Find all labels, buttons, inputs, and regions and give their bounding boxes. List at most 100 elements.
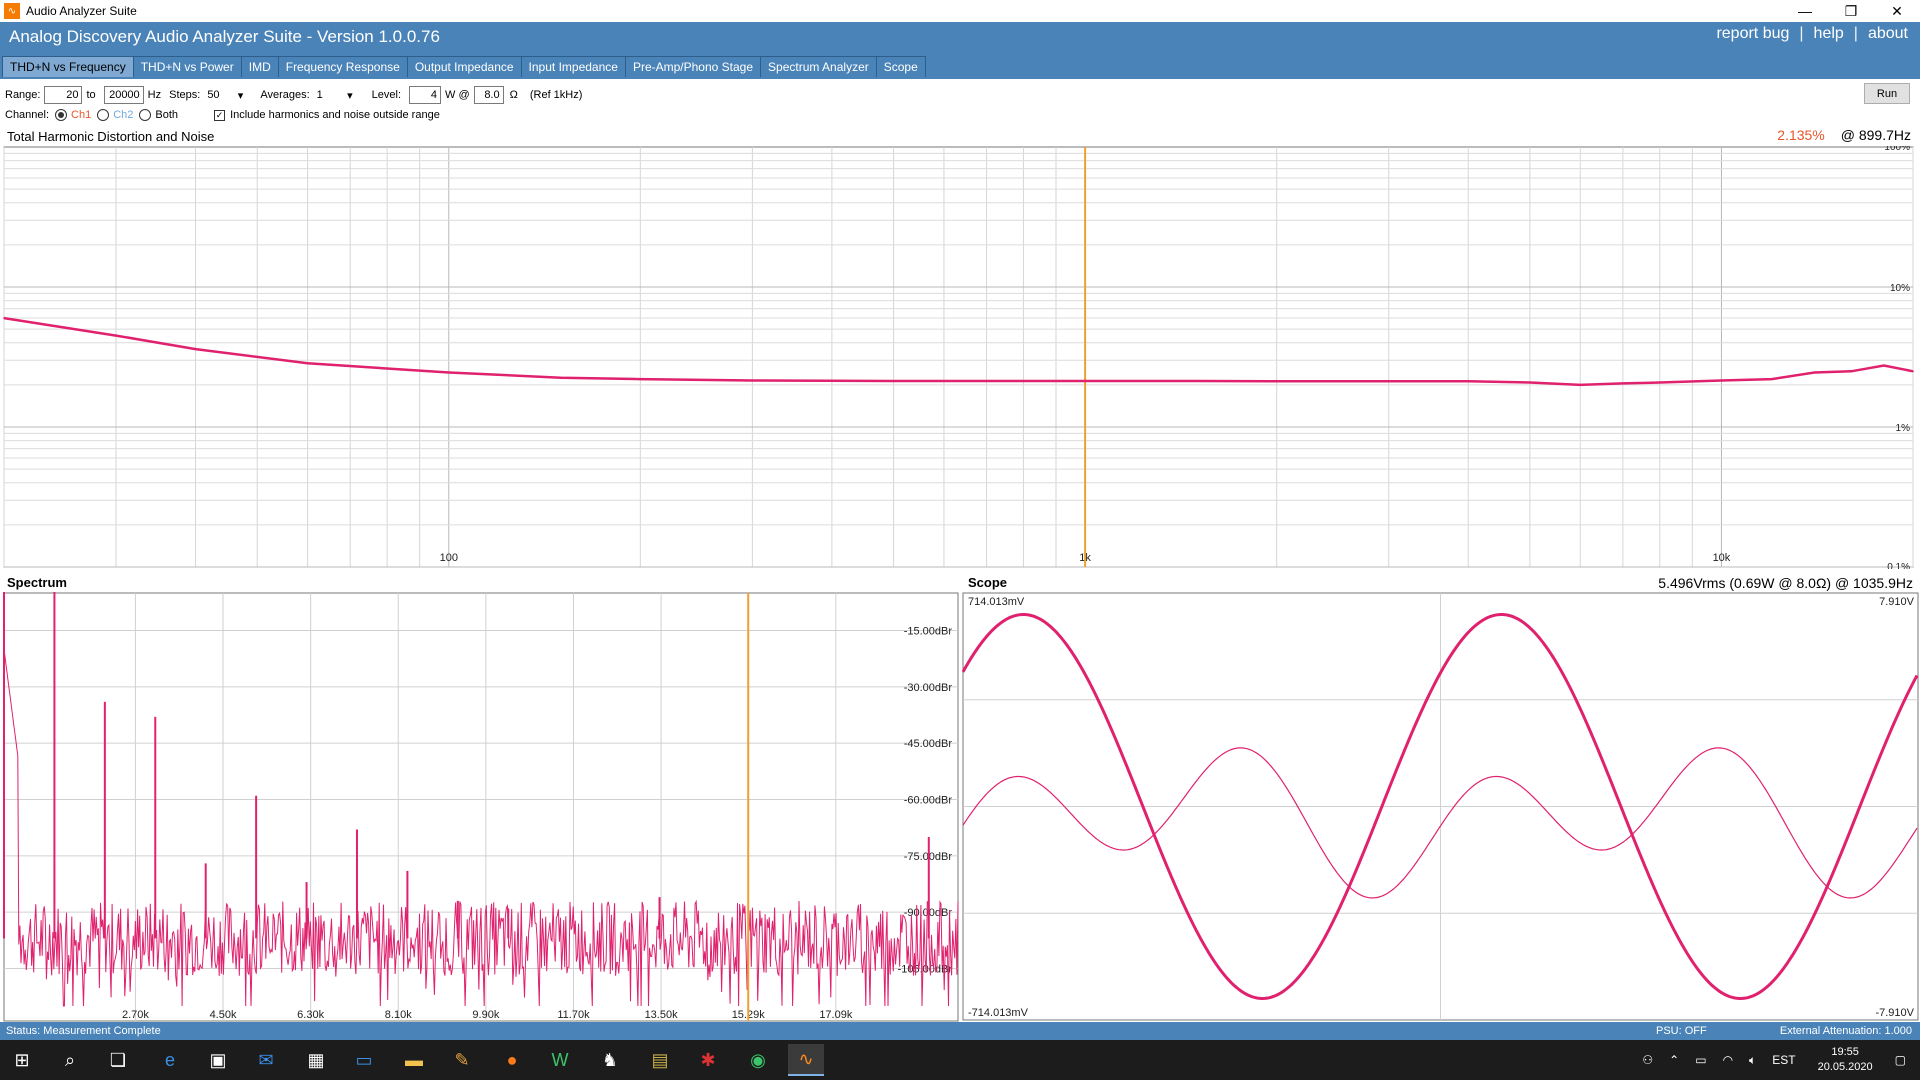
battery-icon[interactable]: ▭ bbox=[1695, 1053, 1706, 1067]
hz-label: Hz bbox=[147, 89, 162, 101]
thd-data-point bbox=[1622, 382, 1624, 385]
thd-data-point bbox=[1883, 364, 1885, 367]
scope-right-top-label: 7.910V bbox=[1879, 596, 1915, 608]
notifications-icon[interactable]: ▢ bbox=[1895, 1053, 1906, 1067]
averages-dropdown[interactable]: 1 ▾ bbox=[314, 86, 356, 104]
thd-data-point bbox=[560, 376, 562, 379]
thd-data-point bbox=[985, 380, 988, 382]
scope-right-bottom-label: -7.910V bbox=[1875, 1007, 1914, 1019]
tab-frequency-response[interactable]: Frequency Response bbox=[277, 56, 408, 77]
thd-plot-frame bbox=[3, 146, 1914, 568]
thd-data-point bbox=[1579, 384, 1582, 386]
steps-dropdown[interactable]: 50 ▾ bbox=[204, 86, 246, 104]
paint-icon[interactable]: ✎ bbox=[444, 1044, 480, 1076]
tab-output-impedance[interactable]: Output Impedance bbox=[406, 56, 522, 77]
steps-value: 50 bbox=[207, 89, 220, 101]
task-view-icon[interactable]: ❏ bbox=[100, 1044, 136, 1076]
tab-thd-vs-frequency[interactable]: THD+N vs Frequency bbox=[2, 56, 134, 77]
spectrum-x-tick-label: 8.10k bbox=[385, 1009, 412, 1021]
firefox-icon[interactable]: ● bbox=[494, 1044, 530, 1076]
scope-chart[interactable]: 714.013mV -714.013mV 7.910V -7.910V bbox=[962, 592, 1920, 1022]
thd-data-point bbox=[1084, 380, 1086, 382]
about-link[interactable]: about bbox=[1868, 25, 1908, 43]
tab-scope[interactable]: Scope bbox=[875, 56, 926, 77]
language-indicator[interactable]: EST bbox=[1772, 1053, 1795, 1067]
chevron-up-icon[interactable]: ⌃ bbox=[1669, 1053, 1679, 1067]
wifi-icon[interactable]: ◠ bbox=[1723, 1053, 1733, 1067]
rdp-icon[interactable]: ▭ bbox=[346, 1044, 382, 1076]
tab-spectrum-analyzer[interactable]: Spectrum Analyzer bbox=[760, 56, 877, 77]
spectrum-y-tick-label: -15.00dBr bbox=[904, 626, 953, 638]
both-radio[interactable] bbox=[139, 109, 152, 121]
controls-panel: Range: 20 to 20000 Hz Steps: 50 ▾ Average… bbox=[0, 79, 1920, 127]
scope-left-top-label: 714.013mV bbox=[968, 596, 1025, 608]
fox-app-icon[interactable]: ♞ bbox=[592, 1044, 628, 1076]
tab-thd-vs-power[interactable]: THD+N vs Power bbox=[132, 56, 242, 77]
thd-data-point bbox=[194, 348, 197, 350]
whatsapp-icon[interactable]: ◉ bbox=[740, 1044, 776, 1076]
help-link[interactable]: help bbox=[1814, 25, 1844, 43]
ch2-label: Ch2 bbox=[113, 109, 134, 121]
terminal-icon[interactable]: ▤ bbox=[642, 1044, 678, 1076]
impedance-input[interactable]: 8.0 bbox=[473, 86, 504, 104]
thd-x-tick-label: 100 bbox=[440, 552, 458, 564]
spectrum-y-tick-label: -60.00dBr bbox=[904, 795, 953, 807]
calculator-icon[interactable]: ▦ bbox=[298, 1044, 334, 1076]
link-separator: | bbox=[1853, 25, 1858, 42]
spectrum-title: Spectrum bbox=[7, 575, 67, 590]
app-title: Analog Discovery Audio Analyzer Suite - … bbox=[9, 27, 440, 46]
red-app-icon[interactable]: ✱ bbox=[690, 1044, 726, 1076]
thd-y-tick-label: 100% bbox=[1884, 146, 1910, 153]
include-harmonics-checkbox[interactable]: ✓ bbox=[214, 109, 226, 121]
thd-data-point bbox=[1658, 381, 1661, 384]
spectrum-x-tick-label: 17.09k bbox=[819, 1009, 853, 1021]
restore-button[interactable]: ❐ bbox=[1828, 0, 1874, 22]
w-at-label: W @ bbox=[445, 89, 470, 101]
level-label: Level: bbox=[371, 89, 401, 101]
psu-status: PSU: OFF bbox=[1656, 1025, 1707, 1037]
thd-x-tick-label: 10k bbox=[1713, 552, 1731, 564]
w-app-icon[interactable]: W bbox=[542, 1044, 578, 1076]
thd-data-point bbox=[1720, 379, 1723, 382]
store-icon[interactable]: ▣ bbox=[200, 1044, 236, 1076]
averages-value: 1 bbox=[316, 89, 323, 101]
ch1-radio[interactable] bbox=[55, 109, 68, 121]
search-icon[interactable]: ⌕ bbox=[52, 1044, 88, 1076]
close-button[interactable]: ✕ bbox=[1874, 0, 1920, 22]
ch2-radio[interactable] bbox=[97, 109, 110, 121]
people-icon[interactable]: ⚇ bbox=[1642, 1053, 1653, 1067]
report-bug-link[interactable]: report bug bbox=[1716, 25, 1789, 43]
minimize-button[interactable]: — bbox=[1782, 0, 1828, 22]
thd-data-point bbox=[1275, 380, 1278, 383]
mail-icon[interactable]: ✉ bbox=[248, 1044, 284, 1076]
range-to-input[interactable]: 20000 bbox=[103, 86, 144, 104]
volume-icon[interactable]: 🔈︎ bbox=[1749, 1053, 1756, 1068]
thd-chart[interactable]: 1001k10k100%10%1%0.1% bbox=[3, 146, 1917, 569]
chevron-down-icon: ▾ bbox=[347, 89, 353, 102]
app-window: ∿ Audio Analyzer Suite — ❐ ✕ Analog Disc… bbox=[0, 0, 1920, 1080]
run-button[interactable]: Run bbox=[1864, 83, 1910, 104]
edge-icon[interactable]: e bbox=[152, 1044, 188, 1076]
spectrum-x-tick-label: 2.70k bbox=[122, 1009, 149, 1021]
range-from-input[interactable]: 20 bbox=[44, 86, 83, 104]
scope-panel: Scope 5.496Vrms (0.69W @ 8.0Ω) @ 1035.9H… bbox=[962, 572, 1920, 1022]
tab-imd[interactable]: IMD bbox=[240, 56, 279, 77]
include-harmonics-label: Include harmonics and noise outside rang… bbox=[230, 109, 440, 121]
steps-label: Steps: bbox=[169, 89, 201, 101]
clock[interactable]: 19:55 20.05.2020 bbox=[1818, 1045, 1873, 1075]
thd-panel: Total Harmonic Distortion and Noise 2.13… bbox=[0, 127, 1920, 569]
thd-data-point bbox=[447, 371, 450, 374]
tab-preamp-phono[interactable]: Pre-Amp/Phono Stage bbox=[624, 56, 762, 77]
thd-data-point bbox=[892, 380, 895, 382]
tab-input-impedance[interactable]: Input Impedance bbox=[520, 56, 626, 77]
level-input[interactable]: 4 bbox=[409, 86, 441, 104]
audio-analyzer-taskbar-icon[interactable]: ∿ bbox=[788, 1044, 824, 1076]
start-icon[interactable]: ⊞ bbox=[4, 1044, 40, 1076]
clock-time: 19:55 bbox=[1831, 1046, 1859, 1058]
external-attenuation: External Attenuation: 1.000 bbox=[1779, 1025, 1912, 1037]
file-explorer-icon[interactable]: ▬ bbox=[396, 1044, 432, 1076]
spectrum-chart[interactable]: 2.70k4.50k6.30k8.10k9.90k11.70k13.50k15.… bbox=[3, 592, 960, 1022]
spectrum-plot-frame bbox=[3, 592, 959, 1022]
thd-y-tick-label: 1% bbox=[1896, 423, 1911, 434]
ohm-unit: Ω bbox=[509, 89, 518, 101]
